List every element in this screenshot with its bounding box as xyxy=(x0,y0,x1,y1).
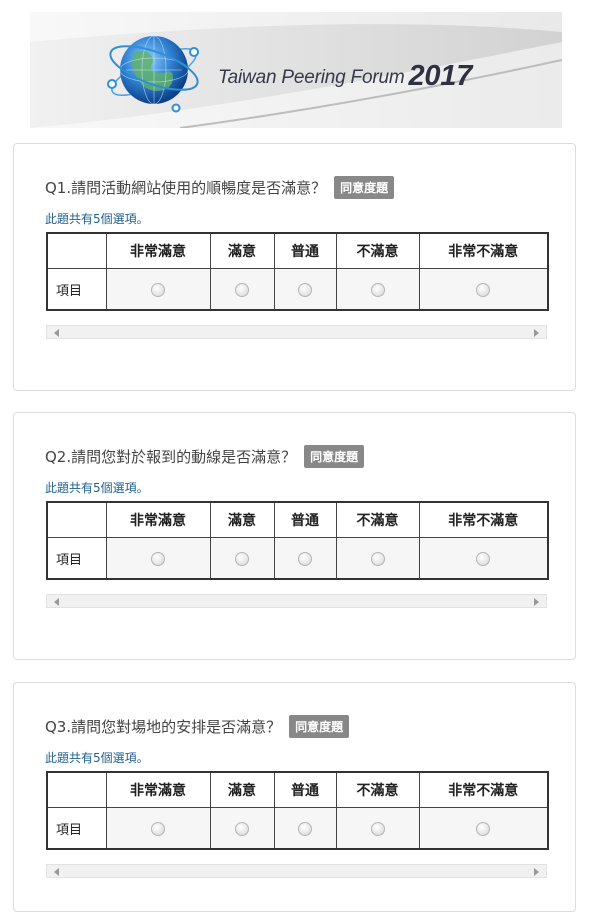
scroll-left-arrow-icon[interactable] xyxy=(54,868,59,876)
column-header: 不滿意 xyxy=(335,771,420,808)
radio-very-satisfied[interactable] xyxy=(151,822,165,836)
radio-satisfied[interactable] xyxy=(235,283,249,297)
likert-grid: 非常滿意 滿意 普通 不滿意 非常不滿意 項目 xyxy=(46,501,549,580)
radio-satisfied[interactable] xyxy=(235,552,249,566)
option-count-note: 此題共有5個選項。 xyxy=(45,212,149,226)
column-header: 不滿意 xyxy=(335,501,420,538)
question-card-3: Q3.請問您對場地的安排是否滿意？ 同意度題 此題共有5個選項。 非常滿意 滿意… xyxy=(13,682,576,912)
column-header: 不滿意 xyxy=(335,232,420,269)
grid-header-row: 非常滿意 滿意 普通 不滿意 非常不滿意 xyxy=(46,232,549,269)
question-type-badge: 同意度題 xyxy=(289,715,350,738)
globe-icon xyxy=(107,35,199,113)
question-card-2: Q2.請問您對於報到的動線是否滿意？ 同意度題 此題共有5個選項。 非常滿意 滿… xyxy=(13,412,576,660)
question-card-1: Q1.請問活動網站使用的順暢度是否滿意？ 同意度題 此題共有5個選項。 非常滿意… xyxy=(13,143,576,391)
radio-satisfied[interactable] xyxy=(235,822,249,836)
column-header: 普通 xyxy=(273,232,337,269)
radio-neutral[interactable] xyxy=(298,822,312,836)
radio-dissatisfied[interactable] xyxy=(370,552,385,566)
row-label: 項目 xyxy=(46,537,107,580)
column-header: 滿意 xyxy=(209,232,275,269)
radio-dissatisfied[interactable] xyxy=(370,822,385,836)
question-text: Q1.請問活動網站使用的順暢度是否滿意？ xyxy=(45,179,327,197)
horizontal-scrollbar[interactable] xyxy=(46,325,547,339)
likert-grid: 非常滿意 滿意 普通 不滿意 非常不滿意 項目 xyxy=(46,232,549,311)
column-header: 非常滿意 xyxy=(105,501,211,538)
column-header: 非常滿意 xyxy=(105,771,211,808)
row-label: 項目 xyxy=(46,807,107,850)
scroll-left-arrow-icon[interactable] xyxy=(54,329,59,337)
horizontal-scrollbar[interactable] xyxy=(46,594,547,608)
column-header: 非常不滿意 xyxy=(418,232,549,269)
question-type-badge: 同意度題 xyxy=(304,445,365,468)
radio-very-dissatisfied[interactable] xyxy=(476,283,491,297)
column-header: 普通 xyxy=(273,501,337,538)
column-header: 非常不滿意 xyxy=(418,501,549,538)
grid-answer-row: 項目 xyxy=(46,268,549,311)
radio-neutral[interactable] xyxy=(298,552,312,566)
scroll-right-arrow-icon[interactable] xyxy=(534,868,539,876)
radio-very-dissatisfied[interactable] xyxy=(476,552,491,566)
question-title: Q3.請問您對場地的安排是否滿意？ 同意度題 xyxy=(45,715,350,738)
grid-header-row: 非常滿意 滿意 普通 不滿意 非常不滿意 xyxy=(46,501,549,538)
question-type-badge: 同意度題 xyxy=(334,176,395,199)
banner-title-text: Taiwan Peering Forum xyxy=(218,67,405,88)
radio-very-satisfied[interactable] xyxy=(151,552,165,566)
banner-title: Taiwan Peering Forum 2017 xyxy=(218,60,472,93)
question-title: Q2.請問您對於報到的動線是否滿意？ 同意度題 xyxy=(45,445,365,468)
column-header: 非常滿意 xyxy=(105,232,211,269)
scroll-left-arrow-icon[interactable] xyxy=(54,598,59,606)
grid-corner-cell xyxy=(46,771,107,808)
likert-grid: 非常滿意 滿意 普通 不滿意 非常不滿意 項目 xyxy=(46,771,549,850)
column-header: 非常不滿意 xyxy=(418,771,549,808)
radio-very-satisfied[interactable] xyxy=(151,283,165,297)
scroll-right-arrow-icon[interactable] xyxy=(534,598,539,606)
horizontal-scrollbar[interactable] xyxy=(46,864,547,878)
option-count-note: 此題共有5個選項。 xyxy=(45,751,149,765)
column-header: 滿意 xyxy=(209,771,275,808)
radio-dissatisfied[interactable] xyxy=(370,283,385,297)
banner-year: 2017 xyxy=(408,60,473,92)
question-text: Q3.請問您對場地的安排是否滿意？ xyxy=(45,718,282,736)
grid-corner-cell xyxy=(46,501,107,538)
column-header: 普通 xyxy=(273,771,337,808)
grid-corner-cell xyxy=(46,232,107,269)
row-label: 項目 xyxy=(46,268,107,311)
question-text: Q2.請問您對於報到的動線是否滿意？ xyxy=(45,448,297,466)
grid-answer-row: 項目 xyxy=(46,807,549,850)
radio-neutral[interactable] xyxy=(298,283,312,297)
scroll-right-arrow-icon[interactable] xyxy=(534,329,539,337)
grid-header-row: 非常滿意 滿意 普通 不滿意 非常不滿意 xyxy=(46,771,549,808)
question-title: Q1.請問活動網站使用的順暢度是否滿意？ 同意度題 xyxy=(45,176,395,199)
option-count-note: 此題共有5個選項。 xyxy=(45,481,149,495)
radio-very-dissatisfied[interactable] xyxy=(476,822,491,836)
grid-answer-row: 項目 xyxy=(46,537,549,580)
event-banner: Taiwan Peering Forum 2017 xyxy=(30,12,562,128)
column-header: 滿意 xyxy=(209,501,275,538)
